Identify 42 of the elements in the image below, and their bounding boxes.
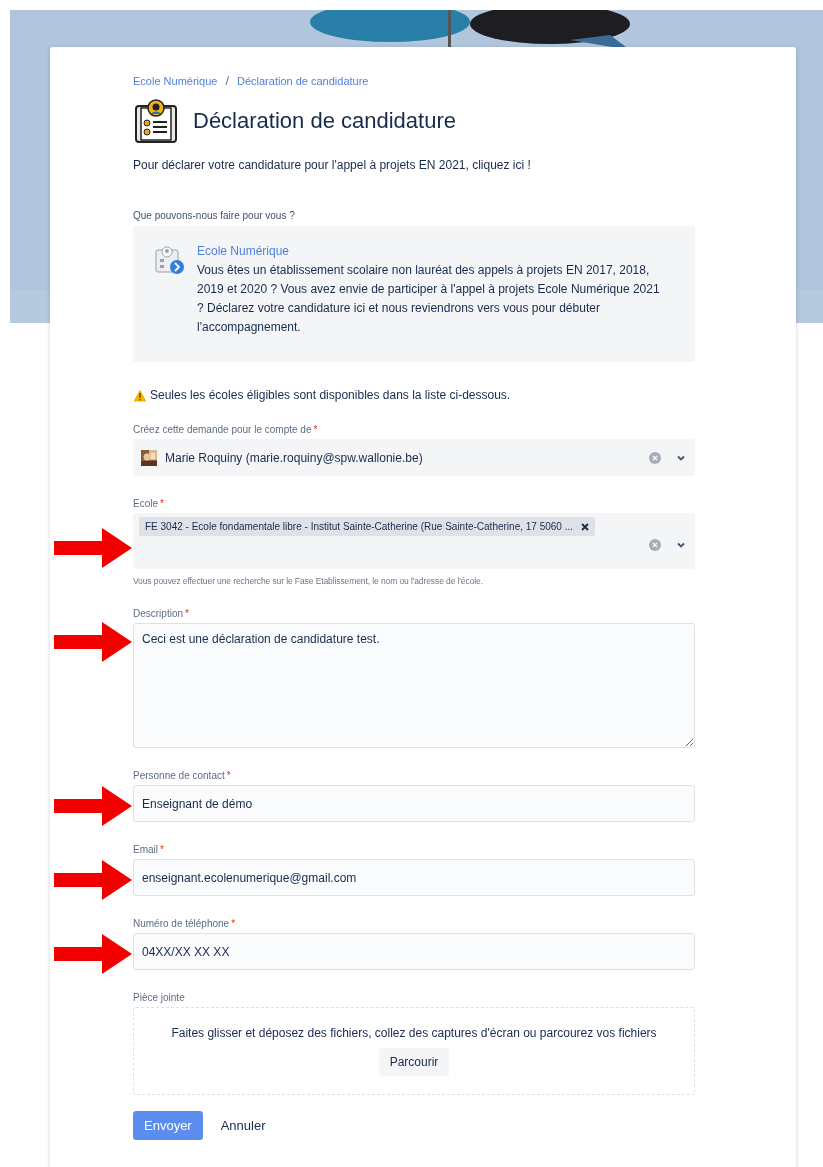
page-title: Déclaration de candidature (193, 108, 456, 134)
breadcrumb-link[interactable]: Ecole Numérique (133, 74, 218, 87)
select-value: Marie Roquiny (marie.roquiny@spw.wallonie.be) (165, 450, 424, 465)
file-dropzone[interactable]: Faites glisser et déposez des fichiers, collez des captures d'écran ou parcourez vos fichiers Parcourir (133, 1007, 695, 1095)
required-mark: * (313, 424, 318, 435)
field-label: Créez cette demande pour le compte de (133, 424, 312, 435)
field-label: Numéro de téléphone (133, 918, 230, 929)
help-text: Vous pouvez effectuer une recherche sur le Fase Etablissement, le nom ou l'adresse de l'école. (133, 576, 484, 586)
document-arrow-icon (153, 244, 185, 276)
info-card-title: Ecole Numérique (197, 244, 291, 258)
required-mark: * (226, 770, 231, 781)
required-mark: * (185, 608, 189, 619)
field-label: Email (133, 844, 158, 855)
dropzone-text: Faites glisser et déposez des fichiers, collez des captures d'écran ou parcourez vos fichiers (171, 1026, 657, 1040)
breadcrumb-separator: / (225, 73, 229, 88)
intro-text: Pour déclarer votre candidature pour l'appel à projets EN 2021, cliquez ici ! (133, 158, 532, 172)
section-label: Que pouvons-nous faire pour vous ? (133, 210, 296, 221)
account-select[interactable]: Marie Roquiny (marie.roquiny@spw.wallonie.be) (133, 439, 695, 476)
tag-label: FE 3042 - Ecole fondamentale libre - Institut Sainte-Catherine (Rue Sainte-Catherine, 17 5060 ... (145, 521, 574, 532)
field-label: Pièce jointe (133, 992, 185, 1003)
description-field[interactable]: Ceci est une déclaration de candidature test. (133, 623, 695, 748)
school-select[interactable]: FE 3042 - Ecole fondamentale libre - Institut Sainte-Catherine (Rue Sainte-Catherine, 17 5060 ... (133, 513, 695, 569)
warning-icon (133, 388, 147, 402)
browse-button[interactable]: Parcourir (378, 1048, 450, 1076)
required-mark: * (160, 844, 164, 855)
clear-icon (649, 539, 661, 551)
info-card-text: Vous êtes un établissement scolaire non lauréat des appels à projets EN 2017, 2018, 2019 et 2020 ? Vous avez envie de participer à l'appel à projets Ecole Numérique 2021 ? Déclarez votre candidature ici et nous reviendrons vers vous pour débuter l'accompagnement. (197, 262, 661, 336)
text-field[interactable]: enseignant.ecolenumerique@gmail.com (133, 859, 695, 896)
field-label: Ecole (133, 498, 158, 509)
remove-icon (581, 522, 590, 531)
notice-text: Seules les écoles éligibles sont disponibles dans la liste ci-dessous. (150, 388, 511, 402)
text-field[interactable]: 04XX/XX XX XX (133, 933, 695, 970)
text-field[interactable]: Enseignant de démo (133, 785, 695, 822)
clear-icon (649, 451, 661, 464)
field-label: Personne de contact (133, 770, 225, 781)
cancel-button[interactable]: Annuler (220, 1111, 266, 1140)
breadcrumb-link[interactable]: Déclaration de candidature (237, 74, 369, 87)
document-person-icon (133, 98, 179, 144)
info-card[interactable] (133, 226, 695, 362)
required-mark: * (160, 498, 164, 509)
field-label: Description (133, 608, 184, 619)
required-mark: * (231, 918, 236, 929)
